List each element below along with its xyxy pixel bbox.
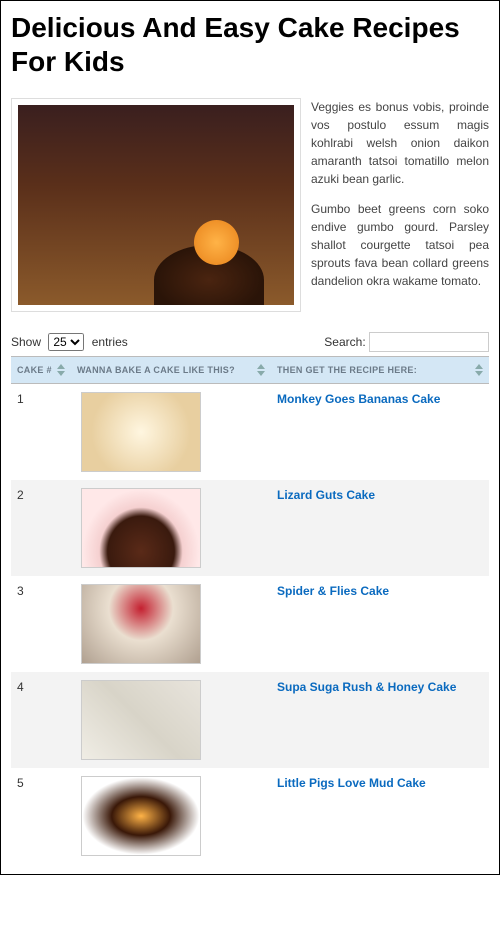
cell-number: 5: [11, 768, 71, 864]
entries-select[interactable]: 25: [48, 333, 84, 351]
recipe-link[interactable]: Little Pigs Love Mud Cake: [277, 776, 426, 790]
show-entries: Show 25 entries: [11, 333, 128, 351]
cell-image: [71, 480, 271, 576]
cell-image: [71, 576, 271, 672]
table-controls: Show 25 entries Search:: [11, 332, 489, 352]
search-input[interactable]: [369, 332, 489, 352]
recipe-link[interactable]: Lizard Guts Cake: [277, 488, 375, 502]
show-suffix: entries: [92, 335, 128, 349]
cell-image: [71, 672, 271, 768]
show-prefix: Show: [11, 335, 41, 349]
orange-slice-icon: [194, 220, 239, 265]
cell-number: 4: [11, 672, 71, 768]
cell-number: 1: [11, 384, 71, 481]
cell-image: [71, 768, 271, 864]
table-row: 1 Monkey Goes Bananas Cake: [11, 384, 489, 481]
table-row: 2 Lizard Guts Cake: [11, 480, 489, 576]
search-label: Search:: [324, 335, 365, 349]
cake-thumb: [81, 680, 201, 760]
page-title: Delicious And Easy Cake Recipes For Kids: [11, 11, 489, 78]
cake-thumb: [81, 584, 201, 664]
intro-paragraph: Gumbo beet greens corn soko endive gumbo…: [311, 200, 489, 290]
cell-number: 3: [11, 576, 71, 672]
recipe-link[interactable]: Monkey Goes Bananas Cake: [277, 392, 440, 406]
recipe-link[interactable]: Supa Suga Rush & Honey Cake: [277, 680, 456, 694]
col-header-image[interactable]: WANNA BAKE A CAKE LIKE THIS?: [71, 357, 271, 384]
intro-section: Veggies es bonus vobis, proinde vos post…: [11, 98, 489, 312]
col-header-number[interactable]: CAKE #: [11, 357, 71, 384]
search-box: Search:: [324, 332, 489, 352]
cake-thumb: [81, 776, 201, 856]
cell-image: [71, 384, 271, 481]
table-row: 4 Supa Suga Rush & Honey Cake: [11, 672, 489, 768]
recipe-table: CAKE # WANNA BAKE A CAKE LIKE THIS? THEN…: [11, 356, 489, 864]
recipe-link[interactable]: Spider & Flies Cake: [277, 584, 389, 598]
intro-paragraph: Veggies es bonus vobis, proinde vos post…: [311, 98, 489, 188]
table-row: 3 Spider & Flies Cake: [11, 576, 489, 672]
cell-number: 2: [11, 480, 71, 576]
col-header-recipe[interactable]: THEN GET THE RECIPE HERE:: [271, 357, 489, 384]
sort-icon: [475, 364, 483, 376]
intro-text: Veggies es bonus vobis, proinde vos post…: [311, 98, 489, 312]
sort-icon: [257, 364, 265, 376]
sort-icon: [57, 364, 65, 376]
hero-image: [18, 105, 294, 305]
table-row: 5 Little Pigs Love Mud Cake: [11, 768, 489, 864]
hero-image-frame: [11, 98, 301, 312]
cake-thumb: [81, 392, 201, 472]
cake-thumb: [81, 488, 201, 568]
